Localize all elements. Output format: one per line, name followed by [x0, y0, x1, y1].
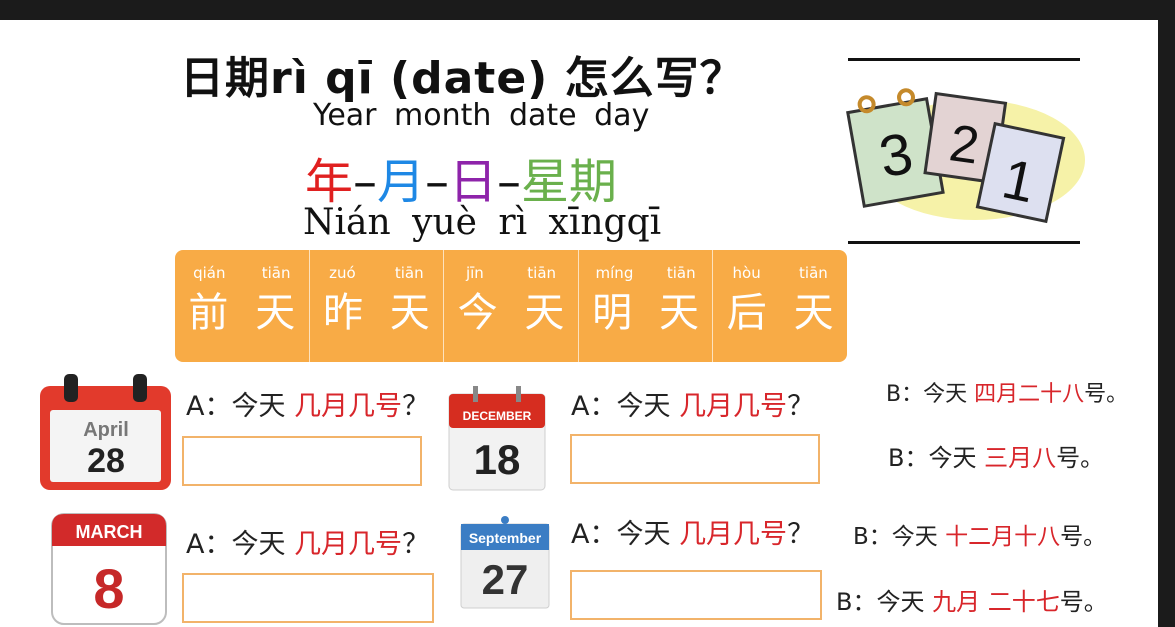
question-suffix: ？ — [787, 391, 815, 422]
day-cell-day-before-yesterday: qián tiān 前天 — [175, 250, 310, 362]
answer-1: B：今天 四月二十八号。 — [886, 376, 1128, 408]
question-2: A：今天 几月几号？ — [571, 384, 814, 423]
hanzi-label: 今 — [457, 290, 498, 336]
answer-box-1[interactable] — [182, 436, 422, 486]
hanzi-label: 后 — [726, 290, 767, 336]
question-highlight: 几月几号 — [679, 519, 788, 550]
question-prefix: A：今天 — [571, 519, 680, 550]
tear-calendar-icon: 3 2 1 — [845, 80, 1085, 240]
question-highlight: 几月几号 — [294, 391, 403, 422]
answer-2: B：今天 三月八号。 — [888, 438, 1104, 473]
answer-suffix: 号。 — [1084, 382, 1129, 407]
question-3: A：今天 几月几号？ — [186, 522, 429, 561]
page-title: 日期rì qī (date) 怎么写？ — [180, 53, 745, 104]
hanzi-label: 昨 — [322, 290, 363, 336]
answer-box-3[interactable] — [182, 573, 434, 623]
calendar-day-label: 27 — [482, 556, 529, 603]
calendar-march-icon: MARCH 8 — [50, 512, 168, 626]
day-cell-tomorrow: míng tiān 明天 — [579, 250, 714, 362]
answer-highlight: 九月 二十七 — [932, 588, 1060, 616]
question-1: A：今天 几月几号？ — [186, 384, 429, 423]
calendar-month-label: September — [469, 530, 542, 546]
slide: 日期rì qī (date) 怎么写？ Year month date day … — [0, 20, 1158, 627]
answer-suffix: 号。 — [1059, 588, 1108, 616]
calendar-month-label: April — [83, 419, 129, 441]
answer-3: B：今天 十二月十八号。 — [853, 517, 1106, 551]
question-highlight: 几月几号 — [679, 391, 788, 422]
question-highlight: 几月几号 — [294, 529, 403, 560]
answer-4: B：今天 九月 二十七号。 — [836, 582, 1108, 617]
question-suffix: ？ — [787, 519, 815, 550]
question-prefix: A：今天 — [571, 391, 680, 422]
calendar-day-label: 28 — [87, 442, 125, 480]
question-prefix: A：今天 — [186, 529, 295, 560]
order-pinyin: Nián yuè rì xīngqī — [303, 202, 662, 243]
hanzi-label: 天 — [524, 290, 565, 336]
answer-prefix: B：今天 — [836, 588, 933, 616]
answer-suffix: 号。 — [1060, 524, 1107, 550]
day-cell-day-after-tomorrow: hòu tiān 后天 — [713, 250, 847, 362]
hanzi-label: 天 — [255, 290, 296, 336]
question-suffix: ？ — [402, 391, 430, 422]
answer-box-4[interactable] — [570, 570, 822, 620]
day-cell-today: jīn tiān 今天 — [444, 250, 579, 362]
answer-prefix: B：今天 — [888, 444, 985, 472]
answer-prefix: B：今天 — [853, 524, 946, 550]
calendar-day-label: 8 — [93, 557, 124, 620]
relative-days-bar: qián tiān 前天 zuó tiān 昨天 jīn tiān 今天 míng ti… — [175, 250, 847, 362]
hanzi-label: 明 — [592, 290, 633, 336]
answer-box-2[interactable] — [570, 434, 820, 484]
calendar-april-icon: April 28 — [38, 372, 173, 494]
answer-suffix: 号。 — [1056, 444, 1105, 472]
question-suffix: ？ — [402, 529, 430, 560]
divider-top — [848, 58, 1080, 61]
question-4: A：今天 几月几号？ — [571, 512, 814, 551]
question-prefix: A：今天 — [186, 391, 295, 422]
hanzi-label: 天 — [389, 290, 430, 336]
calendar-month-label: DECEMBER — [463, 409, 532, 423]
calendar-day-label: 18 — [474, 436, 521, 483]
answer-highlight: 十二月十八 — [945, 524, 1061, 550]
divider-bottom — [848, 241, 1080, 244]
calendar-month-label: MARCH — [76, 522, 143, 542]
answer-prefix: B：今天 — [886, 382, 975, 407]
calendar-december-icon: DECEMBER 18 — [447, 384, 547, 492]
hanzi-label: 前 — [188, 290, 229, 336]
day-cell-yesterday: zuó tiān 昨天 — [310, 250, 445, 362]
calendar-september-icon: September 27 — [459, 514, 551, 610]
hanzi-label: 天 — [793, 290, 834, 336]
answer-highlight: 四月二十八 — [974, 382, 1085, 407]
hanzi-label: 天 — [658, 290, 699, 336]
subtitle: Year month date day — [313, 98, 650, 133]
answer-highlight: 三月八 — [984, 444, 1057, 472]
